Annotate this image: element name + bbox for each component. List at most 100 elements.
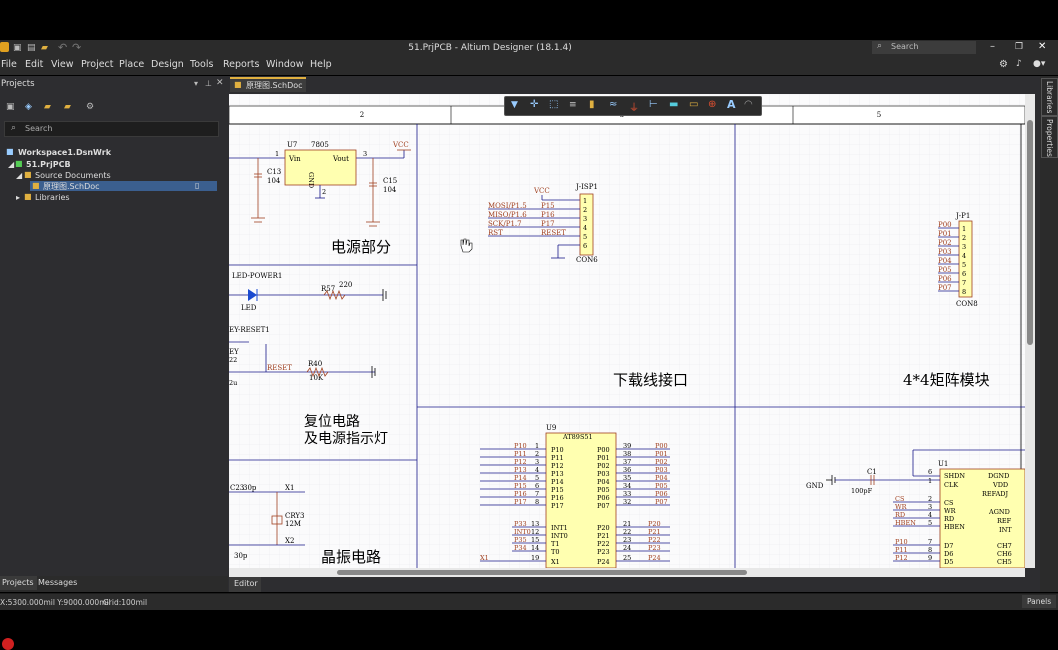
editor-tab[interactable]: Editor: [229, 576, 261, 592]
place-part-icon[interactable]: ▮: [589, 99, 595, 110]
redo-icon[interactable]: ↷: [72, 41, 81, 54]
projects-panel: Projects ▾ ⊥ ✕ ▣ ◈ ▰ ▰ ⚙ ⌕ Search ■ Work…: [0, 76, 228, 592]
vertical-scroll-thumb[interactable]: [1027, 120, 1033, 345]
minimize-icon[interactable]: –: [990, 41, 995, 52]
panels-button[interactable]: Panels: [1022, 595, 1056, 608]
panel-menu-icon[interactable]: ▾: [194, 79, 198, 88]
horizontal-scroll-thumb[interactable]: [337, 570, 747, 575]
svg-text:INT: INT: [999, 526, 1012, 534]
schematic-canvas[interactable]: 2 3 5 电源部分 下载线接口 4*4矩阵模块 复位电路 及电源指示灯 晶振电…: [229, 94, 1025, 568]
svg-text:P03: P03: [938, 248, 952, 256]
filter-icon[interactable]: ▼: [511, 100, 518, 110]
svg-text:T0: T0: [551, 548, 559, 556]
global-search[interactable]: ⌕ Search: [872, 41, 976, 54]
menu-design[interactable]: Design: [151, 59, 184, 70]
tree-libraries[interactable]: ▸ ■ Libraries: [0, 192, 220, 203]
svg-text:36: 36: [623, 466, 631, 474]
place-port-icon[interactable]: ⊢: [649, 99, 658, 110]
svg-text:2: 2: [535, 450, 539, 458]
open-folder-icon[interactable]: ▰: [41, 43, 48, 53]
svg-text:6: 6: [583, 242, 587, 250]
svg-text:P21: P21: [597, 532, 610, 540]
tab-projects[interactable]: Projects: [0, 576, 37, 590]
label-matrix: 4*4矩阵模块: [903, 371, 990, 389]
project-options-icon[interactable]: ⚙: [86, 102, 94, 112]
svg-text:EY-RESET1: EY-RESET1: [229, 326, 270, 334]
svg-text:P24: P24: [597, 558, 610, 566]
select-rect-icon[interactable]: ⬚: [549, 99, 558, 110]
svg-text:HBEN: HBEN: [944, 523, 965, 531]
svg-text:AGND: AGND: [988, 508, 1010, 516]
menu-tools[interactable]: Tools: [190, 59, 213, 70]
compile-icon[interactable]: ◈: [25, 102, 32, 112]
save-all-icon[interactable]: ▤: [27, 43, 36, 53]
open-project-icon[interactable]: ▰: [44, 102, 51, 112]
svg-text:P07: P07: [597, 502, 610, 510]
place-sheet-icon[interactable]: ▬: [669, 99, 678, 110]
menu-view[interactable]: View: [51, 59, 74, 70]
svg-text:CH6: CH6: [997, 550, 1012, 558]
save-workspace-icon[interactable]: ▣: [6, 102, 15, 112]
svg-text:P10: P10: [551, 446, 564, 454]
libraries-side-tab[interactable]: Libraries: [1041, 78, 1058, 116]
tab-messages[interactable]: Messages: [35, 576, 80, 590]
svg-text:104: 104: [267, 177, 281, 185]
settings-gear-icon[interactable]: ⚙: [999, 59, 1008, 70]
pin-icon[interactable]: ⊥: [205, 79, 212, 88]
tree-project[interactable]: ◢ ■ 51.PrjPCB: [0, 159, 220, 170]
tree-workspace[interactable]: ■ Workspace1.DsnWrk: [0, 147, 220, 158]
project-search-input[interactable]: ⌕ Search: [4, 121, 219, 137]
menu-file[interactable]: File: [1, 59, 17, 70]
user-account-icon[interactable]: ●▾: [1033, 59, 1045, 69]
menu-help[interactable]: Help: [310, 59, 332, 70]
save-icon[interactable]: ▣: [13, 43, 22, 53]
svg-text:P10: P10: [514, 442, 527, 450]
svg-text:3: 3: [363, 150, 367, 158]
svg-text:RD: RD: [944, 515, 954, 523]
expand-arrow-icon: ◢: [8, 160, 15, 169]
svg-text:P20: P20: [597, 524, 610, 532]
close-icon[interactable]: ✕: [1038, 41, 1046, 52]
move-icon[interactable]: ✛: [530, 99, 538, 110]
menu-edit[interactable]: Edit: [25, 59, 43, 70]
menu-reports[interactable]: Reports: [223, 59, 259, 70]
place-wire-icon[interactable]: ≈: [609, 99, 617, 110]
menu-window[interactable]: Window: [266, 59, 303, 70]
document-tab[interactable]: ■ 原理图.SchDoc: [230, 77, 306, 92]
svg-text:P07: P07: [938, 284, 952, 292]
svg-text:37: 37: [623, 458, 631, 466]
document-tab-label: 原理图.SchDoc: [246, 81, 303, 90]
svg-text:7: 7: [535, 490, 539, 498]
properties-side-tab[interactable]: Properties: [1041, 116, 1058, 158]
svg-text:P11: P11: [895, 546, 908, 554]
place-arc-icon[interactable]: ◠: [744, 99, 753, 110]
svg-text:P01: P01: [938, 230, 952, 238]
svg-text:RESET: RESET: [267, 364, 292, 372]
horizontal-scrollbar[interactable]: [229, 568, 1025, 577]
search-icon: ⌕: [11, 123, 17, 133]
vertical-scrollbar[interactable]: [1025, 94, 1035, 568]
add-document-icon[interactable]: ▰: [64, 102, 71, 112]
notifications-bell-icon[interactable]: ♪: [1016, 59, 1022, 69]
tree-schematic-document[interactable]: ■ 原理图.SchDoc ▯: [30, 181, 217, 191]
svg-text:100pF: 100pF: [851, 487, 873, 495]
place-text-icon[interactable]: A: [727, 98, 736, 111]
source-documents-label: Source Documents: [35, 171, 111, 180]
place-ground-icon[interactable]: ⏚: [629, 99, 639, 114]
menu-project[interactable]: Project: [81, 59, 114, 70]
panel-close-icon[interactable]: ✕: [216, 78, 224, 88]
menu-place[interactable]: Place: [119, 59, 144, 70]
align-icon[interactable]: ≡: [569, 100, 577, 110]
svg-text:P20: P20: [648, 520, 661, 528]
restore-icon[interactable]: ❐: [1015, 42, 1023, 52]
place-harness-icon[interactable]: ▭: [689, 99, 698, 110]
undo-icon[interactable]: ↶: [58, 41, 67, 54]
place-directive-icon[interactable]: ⊕: [708, 99, 716, 110]
svg-text:1: 1: [928, 477, 932, 485]
svg-text:C1: C1: [867, 468, 877, 476]
svg-text:P07: P07: [655, 498, 668, 506]
svg-text:MISO/P1.6: MISO/P1.6: [488, 211, 527, 219]
tree-source-documents[interactable]: ◢ ■ Source Documents: [0, 170, 220, 181]
svg-text:P00: P00: [597, 446, 610, 454]
svg-text:WR: WR: [944, 507, 957, 515]
